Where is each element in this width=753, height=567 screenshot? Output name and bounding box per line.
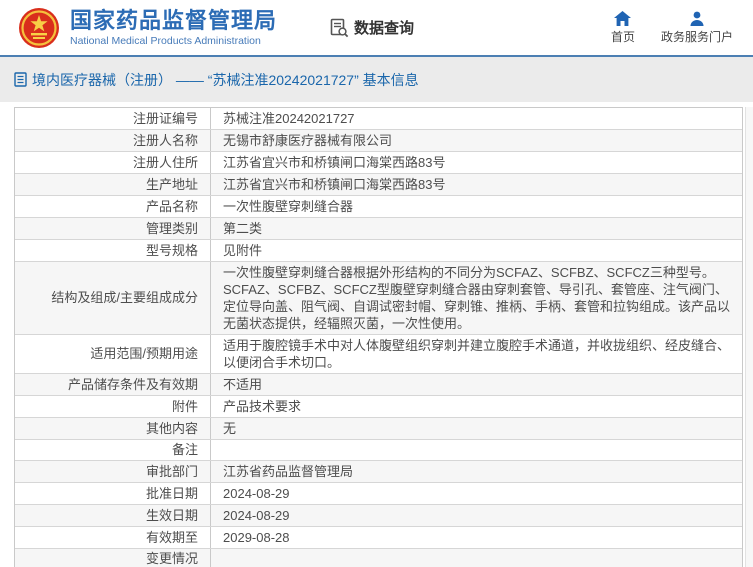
row-label: 附件: [15, 396, 211, 417]
row-label: 管理类别: [15, 218, 211, 239]
row-value: [211, 440, 742, 460]
row-label: 产品储存条件及有效期: [15, 374, 211, 395]
data-query-label: 数据查询: [354, 20, 415, 37]
nav-portal[interactable]: 政务服务门户: [661, 11, 733, 45]
registration-info-table: 注册证编号 苏械注准20242021727 注册人名称 无锡市舒康医疗器械有限公司 …: [14, 107, 743, 567]
row-value: 见附件: [223, 243, 263, 258]
breadcrumb: 境内医疗器械（注册） —— “苏械注准20242021727” 基本信息: [14, 70, 419, 90]
row-label: 其他内容: [15, 418, 211, 439]
table-row: 适用范围/预期用途 适用于腹腔镜手术中对人体腹壁组织穿刺并建立腹腔手术通道，并收拢…: [15, 335, 742, 374]
document-search-icon: [330, 18, 349, 37]
nav-home[interactable]: 首页: [610, 10, 635, 45]
row-value: 一次性腹壁穿刺缝合器根据外形结构的不同分为SCFAZ、SCFBZ、SCFCZ三种…: [223, 265, 731, 331]
agency-brand: 国家药品监督管理局 National Medical Products Admi…: [18, 7, 277, 49]
table-row: 备注: [15, 440, 742, 461]
row-label: 注册证编号: [15, 108, 211, 129]
row-value: 江苏省宜兴市和桥镇闸口海棠西路83号: [223, 177, 446, 192]
nav-home-label: 首页: [610, 29, 635, 44]
row-label: 注册人名称: [15, 130, 211, 151]
row-label: 审批部门: [15, 461, 211, 482]
row-value: 2029-08-28: [223, 530, 290, 545]
row-value: 苏械注准20242021727: [223, 111, 355, 126]
table-row: 批准日期 2024-08-29: [15, 483, 742, 505]
row-label: 适用范围/预期用途: [15, 335, 211, 373]
row-value: 无: [223, 421, 237, 436]
table-row: 结构及组成/主要组成成分 一次性腹壁穿刺缝合器根据外形结构的不同分为SCFAZ、S…: [15, 262, 742, 335]
nav-portal-label: 政务服务门户: [660, 29, 733, 44]
row-label: 结构及组成/主要组成成分: [15, 262, 211, 334]
table-row: 其他内容无: [15, 418, 742, 440]
row-value: [211, 549, 742, 567]
agency-title-en: National Medical Products Administration: [70, 35, 261, 48]
row-value: 一次性腹壁穿刺缝合器: [223, 199, 354, 214]
row-label: 变更情况: [15, 549, 211, 567]
row-label: 生效日期: [15, 505, 211, 526]
table-row: 审批部门 江苏省药品监督管理局: [15, 461, 742, 483]
row-value: 无锡市舒康医疗器械有限公司: [223, 133, 393, 148]
row-value: 江苏省药品监督管理局: [223, 464, 354, 479]
national-emblem-icon: [19, 7, 59, 48]
row-label: 生产地址: [15, 174, 211, 195]
agency-title-cn: 国家药品监督管理局: [70, 7, 278, 33]
document-icon: [14, 72, 27, 87]
table-row: 附件 产品技术要求: [15, 396, 742, 418]
row-label: 有效期至: [15, 527, 211, 548]
row-value: 第二类: [223, 221, 263, 236]
row-value: 适用于腹腔镜手术中对人体腹壁组织穿刺并建立腹腔手术通道，并收拢组织、经皮缝合、以…: [223, 338, 731, 370]
table-row: 型号规格 见附件: [15, 240, 742, 262]
row-value: 不适用: [223, 377, 263, 392]
row-value: 2024-08-29: [223, 508, 290, 523]
table-row: 生效日期 2024-08-29: [15, 505, 742, 527]
table-row: 管理类别 第二类: [15, 218, 742, 240]
table-row: 产品储存条件及有效期 不适用: [15, 374, 742, 396]
row-value: 产品技术要求: [223, 399, 302, 414]
table-row: 有效期至 2029-08-28: [15, 527, 742, 549]
row-value: 江苏省宜兴市和桥镇闸口海棠西路83号: [223, 155, 446, 170]
breadcrumb-text: 境内医疗器械（注册） —— “苏械注准20242021727” 基本信息: [32, 71, 419, 88]
breadcrumb-band: 境内医疗器械（注册） —— “苏械注准20242021727” 基本信息: [0, 57, 753, 102]
row-label: 型号规格: [15, 240, 211, 261]
table-row: 生产地址 江苏省宜兴市和桥镇闸口海棠西路83号: [15, 174, 742, 196]
table-row: 变更情况: [15, 549, 742, 567]
table-row: 注册人名称 无锡市舒康医疗器械有限公司: [15, 130, 742, 152]
table-row: 注册证编号 苏械注准20242021727: [15, 108, 742, 130]
row-value: 2024-08-29: [223, 486, 290, 501]
row-label: 备注: [15, 440, 211, 460]
page-scrollbar[interactable]: [745, 107, 753, 567]
row-label: 注册人住所: [15, 152, 211, 173]
user-icon: [690, 11, 704, 26]
site-header: 国家药品监督管理局 National Medical Products Admi…: [0, 0, 753, 57]
table-row: 产品名称 一次性腹壁穿刺缝合器: [15, 196, 742, 218]
header-nav: 首页 政务服务门户: [610, 10, 739, 45]
main-content: 注册证编号 苏械注准20242021727 注册人名称 无锡市舒康医疗器械有限公司 …: [0, 107, 753, 567]
row-label: 产品名称: [15, 196, 211, 217]
data-query-button[interactable]: 数据查询: [329, 17, 414, 38]
row-label: 批准日期: [15, 483, 211, 504]
table-row: 注册人住所 江苏省宜兴市和桥镇闸口海棠西路83号: [15, 152, 742, 174]
home-icon: [614, 10, 632, 26]
